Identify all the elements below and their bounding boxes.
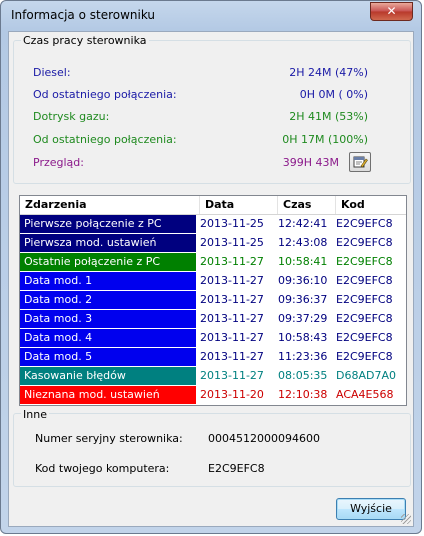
code-cell: E2C9EFC8 <box>336 255 393 268</box>
date-cell: 2013-11-27 <box>200 312 264 325</box>
date-cell: 2013-11-27 <box>200 331 264 344</box>
code-cell: E2C9EFC8 <box>336 312 393 325</box>
computer-code-label: Kod twojego komputera: <box>35 462 170 475</box>
resize-grip[interactable] <box>401 514 411 524</box>
other-group <box>13 413 411 487</box>
serial-number-label: Numer seryjny sterownika: <box>35 432 183 445</box>
code-cell: E2C9EFC8 <box>336 350 393 363</box>
date-cell: 2013-11-20 <box>200 388 264 401</box>
event-cell: Pierwsza mod. ustawień <box>20 234 196 252</box>
other-group-legend: Inne <box>21 408 49 421</box>
table-row[interactable]: Data mod. 2 2013-11-27 09:36:37 E2C9EFC8 <box>20 291 406 310</box>
time-cell: 10:58:43 <box>278 331 328 344</box>
time-cell: 09:36:10 <box>278 274 328 287</box>
dialog-window: Informacja o sterowniku ✕ Czas pracy ste… <box>0 0 422 534</box>
table-row[interactable]: Ostatnie połączenie z PC 2013-11-27 10:58:… <box>20 253 406 272</box>
code-cell: E2C9EFC8 <box>336 293 393 306</box>
time-cell: 09:37:29 <box>278 312 328 325</box>
column-header-date[interactable]: Data <box>200 196 278 214</box>
event-cell: Ostatnie połączenie z PC <box>20 253 196 271</box>
diesel-label: Diesel: <box>33 66 71 79</box>
time-cell: 11:23:36 <box>278 350 328 363</box>
code-cell: D68AD7A0 <box>336 369 396 382</box>
gas-since-last-label: Od ostatniego połączenia: <box>33 133 177 146</box>
table-row[interactable]: Kasowanie błędów 2013-11-27 08:05:35 D68AD7… <box>20 367 406 386</box>
title-bar[interactable]: Informacja o sterowniku ✕ <box>1 1 421 31</box>
code-cell: E2C9EFC8 <box>336 236 393 249</box>
gas-since-last-value: 0H 17M (100%) <box>282 133 368 146</box>
events-table: Zdarzenia Data Czas Kod Pierwsze połącze… <box>19 195 407 406</box>
close-button[interactable]: ✕ <box>370 2 413 21</box>
column-header-time[interactable]: Czas <box>278 196 336 214</box>
event-cell: Data mod. 1 <box>20 272 196 290</box>
diesel-since-last-label: Od ostatniego połączenia: <box>33 88 177 101</box>
diesel-value: 2H 24M (47%) <box>289 66 368 79</box>
event-cell: Kasowanie błędów <box>20 367 196 385</box>
event-cell: Data mod. 2 <box>20 291 196 309</box>
table-row[interactable]: Data mod. 1 2013-11-27 09:36:10 E2C9EFC8 <box>20 272 406 291</box>
table-row[interactable]: Data mod. 5 2013-11-27 11:23:36 E2C9EFC8 <box>20 348 406 367</box>
event-cell: Data mod. 3 <box>20 310 196 328</box>
time-cell: 08:05:35 <box>278 369 328 382</box>
table-row[interactable]: Data mod. 4 2013-11-27 10:58:43 E2C9EFC8 <box>20 329 406 348</box>
code-cell: E2C9EFC8 <box>336 217 393 230</box>
gas-injection-value: 2H 41M (53%) <box>289 110 368 123</box>
code-cell: E2C9EFC8 <box>336 331 393 344</box>
date-cell: 2013-11-27 <box>200 369 264 382</box>
table-row[interactable]: Data mod. 3 2013-11-27 09:37:29 E2C9EFC8 <box>20 310 406 329</box>
exit-button[interactable]: Wyjście <box>336 498 406 520</box>
event-cell: Data mod. 4 <box>20 329 196 347</box>
table-row[interactable]: Pierwsze połączenie z PC 2013-11-25 12:42:… <box>20 215 406 234</box>
close-icon: ✕ <box>386 4 397 18</box>
computer-code-value: E2C9EFC8 <box>208 462 265 475</box>
review-label: Przegląd: <box>33 156 84 169</box>
date-cell: 2013-11-27 <box>200 350 264 363</box>
event-cell: Nieznana mod. ustawień <box>20 386 196 404</box>
time-cell: 09:36:37 <box>278 293 328 306</box>
table-header: Zdarzenia Data Czas Kod <box>20 196 406 215</box>
column-header-event[interactable]: Zdarzenia <box>20 196 200 214</box>
review-edit-button[interactable] <box>349 152 371 172</box>
date-cell: 2013-11-25 <box>200 236 264 249</box>
calendar-edit-icon <box>353 156 368 168</box>
date-cell: 2013-11-25 <box>200 217 264 230</box>
code-cell: ACA4E568 <box>336 388 394 401</box>
review-value: 399H 43M <box>282 156 339 169</box>
time-cell: 12:42:41 <box>278 217 328 230</box>
date-cell: 2013-11-27 <box>200 274 264 287</box>
time-cell: 12:10:38 <box>278 388 328 401</box>
code-cell: E2C9EFC8 <box>336 274 393 287</box>
time-cell: 12:43:08 <box>278 236 328 249</box>
gas-injection-label: Dotrysk gazu: <box>33 110 110 123</box>
diesel-since-last-value: 0H 0M ( 0%) <box>299 88 368 101</box>
event-cell: Pierwsze połączenie z PC <box>20 215 196 233</box>
table-row[interactable]: Pierwsza mod. ustawień 2013-11-25 12:43:08… <box>20 234 406 253</box>
event-cell: Data mod. 5 <box>20 348 196 366</box>
table-row[interactable]: Nieznana mod. ustawień 2013-11-20 12:10:38… <box>20 386 406 405</box>
runtime-group-legend: Czas pracy sterownika <box>21 34 149 47</box>
time-cell: 10:58:41 <box>278 255 328 268</box>
serial-number-value: 0004512000094600 <box>208 432 320 445</box>
date-cell: 2013-11-27 <box>200 293 264 306</box>
dialog-client-area: Czas pracy sterownika Diesel: 2H 24M (47… <box>8 31 414 527</box>
date-cell: 2013-11-27 <box>200 255 264 268</box>
window-title: Informacja o sterowniku <box>11 8 156 22</box>
column-header-code[interactable]: Kod <box>336 196 406 214</box>
